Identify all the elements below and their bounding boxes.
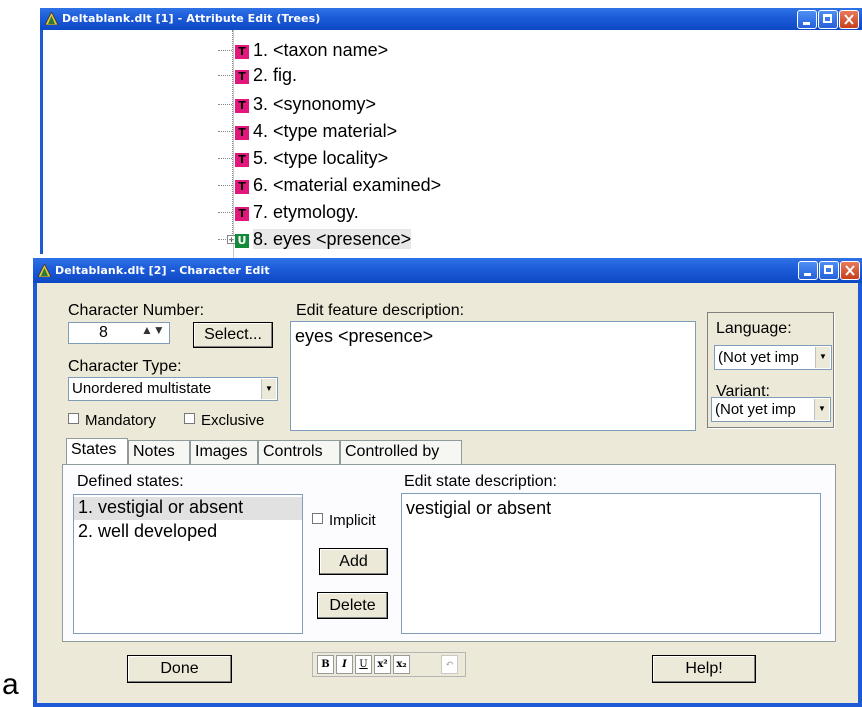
minimize-button[interactable] xyxy=(798,261,818,280)
mandatory-label: Mandatory xyxy=(85,412,156,429)
tree-node[interactable]: T 4. <type material> xyxy=(218,121,397,145)
close-button[interactable] xyxy=(839,10,859,29)
feature-description-textarea[interactable]: eyes <presence> xyxy=(290,321,696,431)
dropdown-arrow-icon[interactable]: ▼ xyxy=(815,347,830,368)
maximize-icon xyxy=(824,265,833,274)
text-type-icon: T xyxy=(235,207,249,221)
text-type-icon: T xyxy=(235,70,249,84)
tree-node[interactable]: T 1. <taxon name> xyxy=(218,40,388,64)
tab-controlled-by[interactable]: Controlled by xyxy=(340,440,462,464)
tab-images[interactable]: Images xyxy=(190,440,258,464)
char-type-select[interactable]: Unordered multistate ▼ xyxy=(68,377,278,401)
text-type-icon: T xyxy=(235,153,249,167)
close-icon xyxy=(844,14,854,25)
state-list-item[interactable]: 2. well developed xyxy=(78,521,217,542)
language-value: (Not yet imp xyxy=(718,349,799,366)
variant-value: (Not yet imp xyxy=(715,401,796,418)
char-type-value: Unordered multistate xyxy=(72,380,212,397)
char-type-label: Character Type: xyxy=(68,358,182,375)
tree-node[interactable]: T 6. <material examined> xyxy=(218,175,441,199)
figure-panel-label: a xyxy=(2,668,19,701)
tree-window-title: Deltablank.dlt [1] - Attribute Edit (Tre… xyxy=(62,12,321,25)
language-label: Language: xyxy=(716,320,792,337)
italic-button[interactable]: I xyxy=(336,655,353,674)
tree-window-titlebar[interactable]: Deltablank.dlt [1] - Attribute Edit (Tre… xyxy=(40,8,862,30)
tree-node-label: 3. <synonomy> xyxy=(253,94,377,114)
feature-description-label: Edit feature description: xyxy=(296,302,465,319)
tree-node-label: 8. eyes <presence> xyxy=(253,229,412,249)
exclusive-checkbox[interactable]: Exclusive xyxy=(184,412,264,429)
implicit-label: Implicit xyxy=(329,512,376,529)
tree-node[interactable]: T 5. <type locality> xyxy=(218,148,388,172)
tab-notes[interactable]: Notes xyxy=(128,440,190,464)
tree-node-label: 6. <material examined> xyxy=(253,175,442,195)
tree-node-selected[interactable]: U 8. eyes <presence> xyxy=(218,229,412,253)
char-number-value: 8 xyxy=(99,324,108,341)
superscript-button[interactable]: x² xyxy=(374,655,391,674)
undo-icon[interactable]: ↶ xyxy=(441,655,458,674)
defined-states-label: Defined states: xyxy=(77,473,184,490)
delete-button[interactable]: Delete xyxy=(317,592,388,619)
maximize-button[interactable] xyxy=(818,10,838,29)
help-button[interactable]: Help! xyxy=(652,655,756,683)
tree-node[interactable]: T 3. <synonomy> xyxy=(218,94,376,118)
delta-app-icon xyxy=(38,264,51,277)
tree-node-label: 1. <taxon name> xyxy=(253,40,389,60)
implicit-checkbox[interactable]: Implicit xyxy=(312,512,376,529)
state-list-item[interactable]: 1. vestigial or absent xyxy=(78,497,243,518)
state-description-label: Edit state description: xyxy=(404,473,557,490)
dropdown-arrow-icon[interactable]: ▼ xyxy=(261,379,276,399)
close-button[interactable] xyxy=(840,261,860,280)
language-select[interactable]: (Not yet imp ▼ xyxy=(714,345,832,370)
underline-button[interactable]: U xyxy=(355,655,372,674)
attribute-edit-window: Deltablank.dlt [1] - Attribute Edit (Tre… xyxy=(40,8,862,262)
tree-node-label: 5. <type locality> xyxy=(253,148,389,168)
text-type-icon: T xyxy=(235,99,249,113)
text-type-icon: T xyxy=(235,45,249,59)
defined-states-list[interactable]: 1. vestigial or absent 2. well developed xyxy=(73,494,303,634)
delta-app-icon xyxy=(45,12,58,25)
char-number-spinner[interactable]: 8 ▲▼ xyxy=(68,322,170,344)
close-icon xyxy=(845,265,855,276)
spinner-arrows-icon[interactable]: ▲▼ xyxy=(141,323,165,337)
minimize-icon xyxy=(804,273,811,276)
variant-select[interactable]: (Not yet imp ▼ xyxy=(711,397,831,422)
implicit-checkbox-box[interactable] xyxy=(312,513,323,524)
char-window-title: Deltablank.dlt [2] - Character Edit xyxy=(55,264,270,277)
text-type-icon: T xyxy=(235,180,249,194)
mandatory-checkbox[interactable]: Mandatory xyxy=(68,412,156,429)
tree-node[interactable]: T 7. etymology. xyxy=(218,202,359,226)
minimize-icon xyxy=(803,22,810,25)
exclusive-checkbox-box[interactable] xyxy=(184,413,195,424)
exclusive-label: Exclusive xyxy=(201,412,265,429)
select-button[interactable]: Select... xyxy=(193,322,273,348)
tree-node-label: 2. fig. xyxy=(253,65,298,85)
char-window-titlebar[interactable]: Deltablank.dlt [2] - Character Edit xyxy=(33,258,862,283)
unordered-type-icon: U xyxy=(235,234,249,248)
minimize-button[interactable] xyxy=(797,10,817,29)
char-number-label: Character Number: xyxy=(68,302,205,319)
text-type-icon: T xyxy=(235,126,249,140)
tree-node-label: 7. etymology. xyxy=(253,202,359,222)
subscript-button[interactable]: x₂ xyxy=(393,655,410,674)
maximize-button[interactable] xyxy=(819,261,839,280)
done-button[interactable]: Done xyxy=(127,655,232,683)
state-description-textarea[interactable]: vestigial or absent xyxy=(401,493,821,634)
add-button[interactable]: Add xyxy=(319,548,388,575)
tree-node[interactable]: T 2. fig. xyxy=(218,65,297,89)
dropdown-arrow-icon[interactable]: ▼ xyxy=(814,399,829,420)
bold-button[interactable]: B xyxy=(317,655,334,674)
mandatory-checkbox-box[interactable] xyxy=(68,413,79,424)
tree-node-label: 4. <type material> xyxy=(253,121,398,141)
maximize-icon xyxy=(823,14,832,23)
tab-states[interactable]: States xyxy=(66,438,128,465)
tab-controls[interactable]: Controls xyxy=(258,440,340,464)
